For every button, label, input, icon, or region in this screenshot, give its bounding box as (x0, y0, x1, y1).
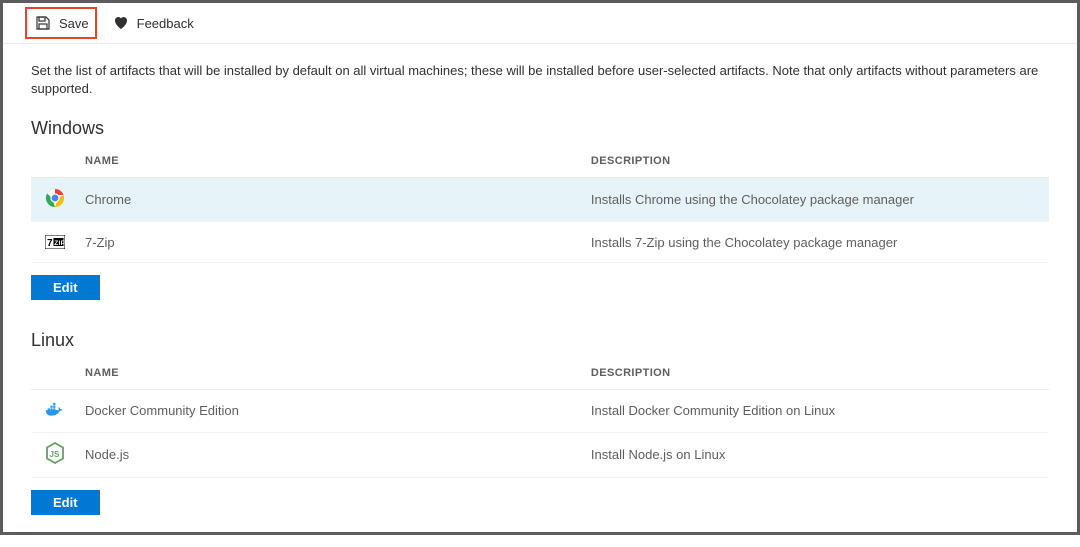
artifact-name: 7-Zip (85, 222, 591, 263)
artifact-name: Docker Community Edition (85, 390, 591, 432)
col-header-description: DESCRIPTION (591, 145, 1049, 178)
svg-text:JS: JS (50, 450, 60, 459)
artifact-description: Install Docker Community Edition on Linu… (591, 390, 1049, 432)
edit-button-linux[interactable]: Edit (31, 490, 100, 515)
table-row[interactable]: Docker Community Edition Install Docker … (31, 390, 1049, 432)
toolbar: Save Feedback (3, 3, 1077, 44)
table-row[interactable]: JS Node.js Install Node.js on Linux (31, 432, 1049, 477)
sevenzip-icon: 7 ZIP (45, 232, 65, 252)
artifact-description: Installs 7-Zip using the Chocolatey pack… (591, 222, 1049, 263)
feedback-label: Feedback (137, 16, 194, 31)
artifact-description: Install Node.js on Linux (591, 432, 1049, 477)
svg-text:7: 7 (47, 238, 53, 249)
save-label: Save (59, 16, 89, 31)
section-title-windows: Windows (31, 118, 1049, 139)
docker-icon (45, 400, 65, 420)
svg-text:ZIP: ZIP (54, 240, 65, 247)
edit-button-windows[interactable]: Edit (31, 275, 100, 300)
heart-icon (111, 13, 131, 33)
save-icon (33, 13, 53, 33)
feedback-button[interactable]: Feedback (111, 13, 194, 33)
windows-table: NAME DESCRIPTION (31, 145, 1049, 263)
col-header-description: DESCRIPTION (591, 357, 1049, 390)
table-row[interactable]: 7 ZIP 7-Zip Installs 7-Zip using the Cho… (31, 222, 1049, 263)
linux-table: NAME DESCRIPTION (31, 357, 1049, 477)
table-row[interactable]: Chrome Installs Chrome using the Chocola… (31, 178, 1049, 222)
artifact-name: Node.js (85, 432, 591, 477)
chrome-icon (45, 188, 65, 208)
content: Set the list of artifacts that will be i… (3, 44, 1077, 547)
intro-text: Set the list of artifacts that will be i… (31, 62, 1049, 98)
col-header-name: NAME (31, 145, 591, 178)
section-title-linux: Linux (31, 330, 1049, 351)
artifact-description: Installs Chrome using the Chocolatey pac… (591, 178, 1049, 222)
save-button[interactable]: Save (25, 7, 97, 39)
nodejs-icon: JS (45, 443, 65, 463)
artifact-name: Chrome (85, 178, 591, 222)
col-header-name: NAME (31, 357, 591, 390)
